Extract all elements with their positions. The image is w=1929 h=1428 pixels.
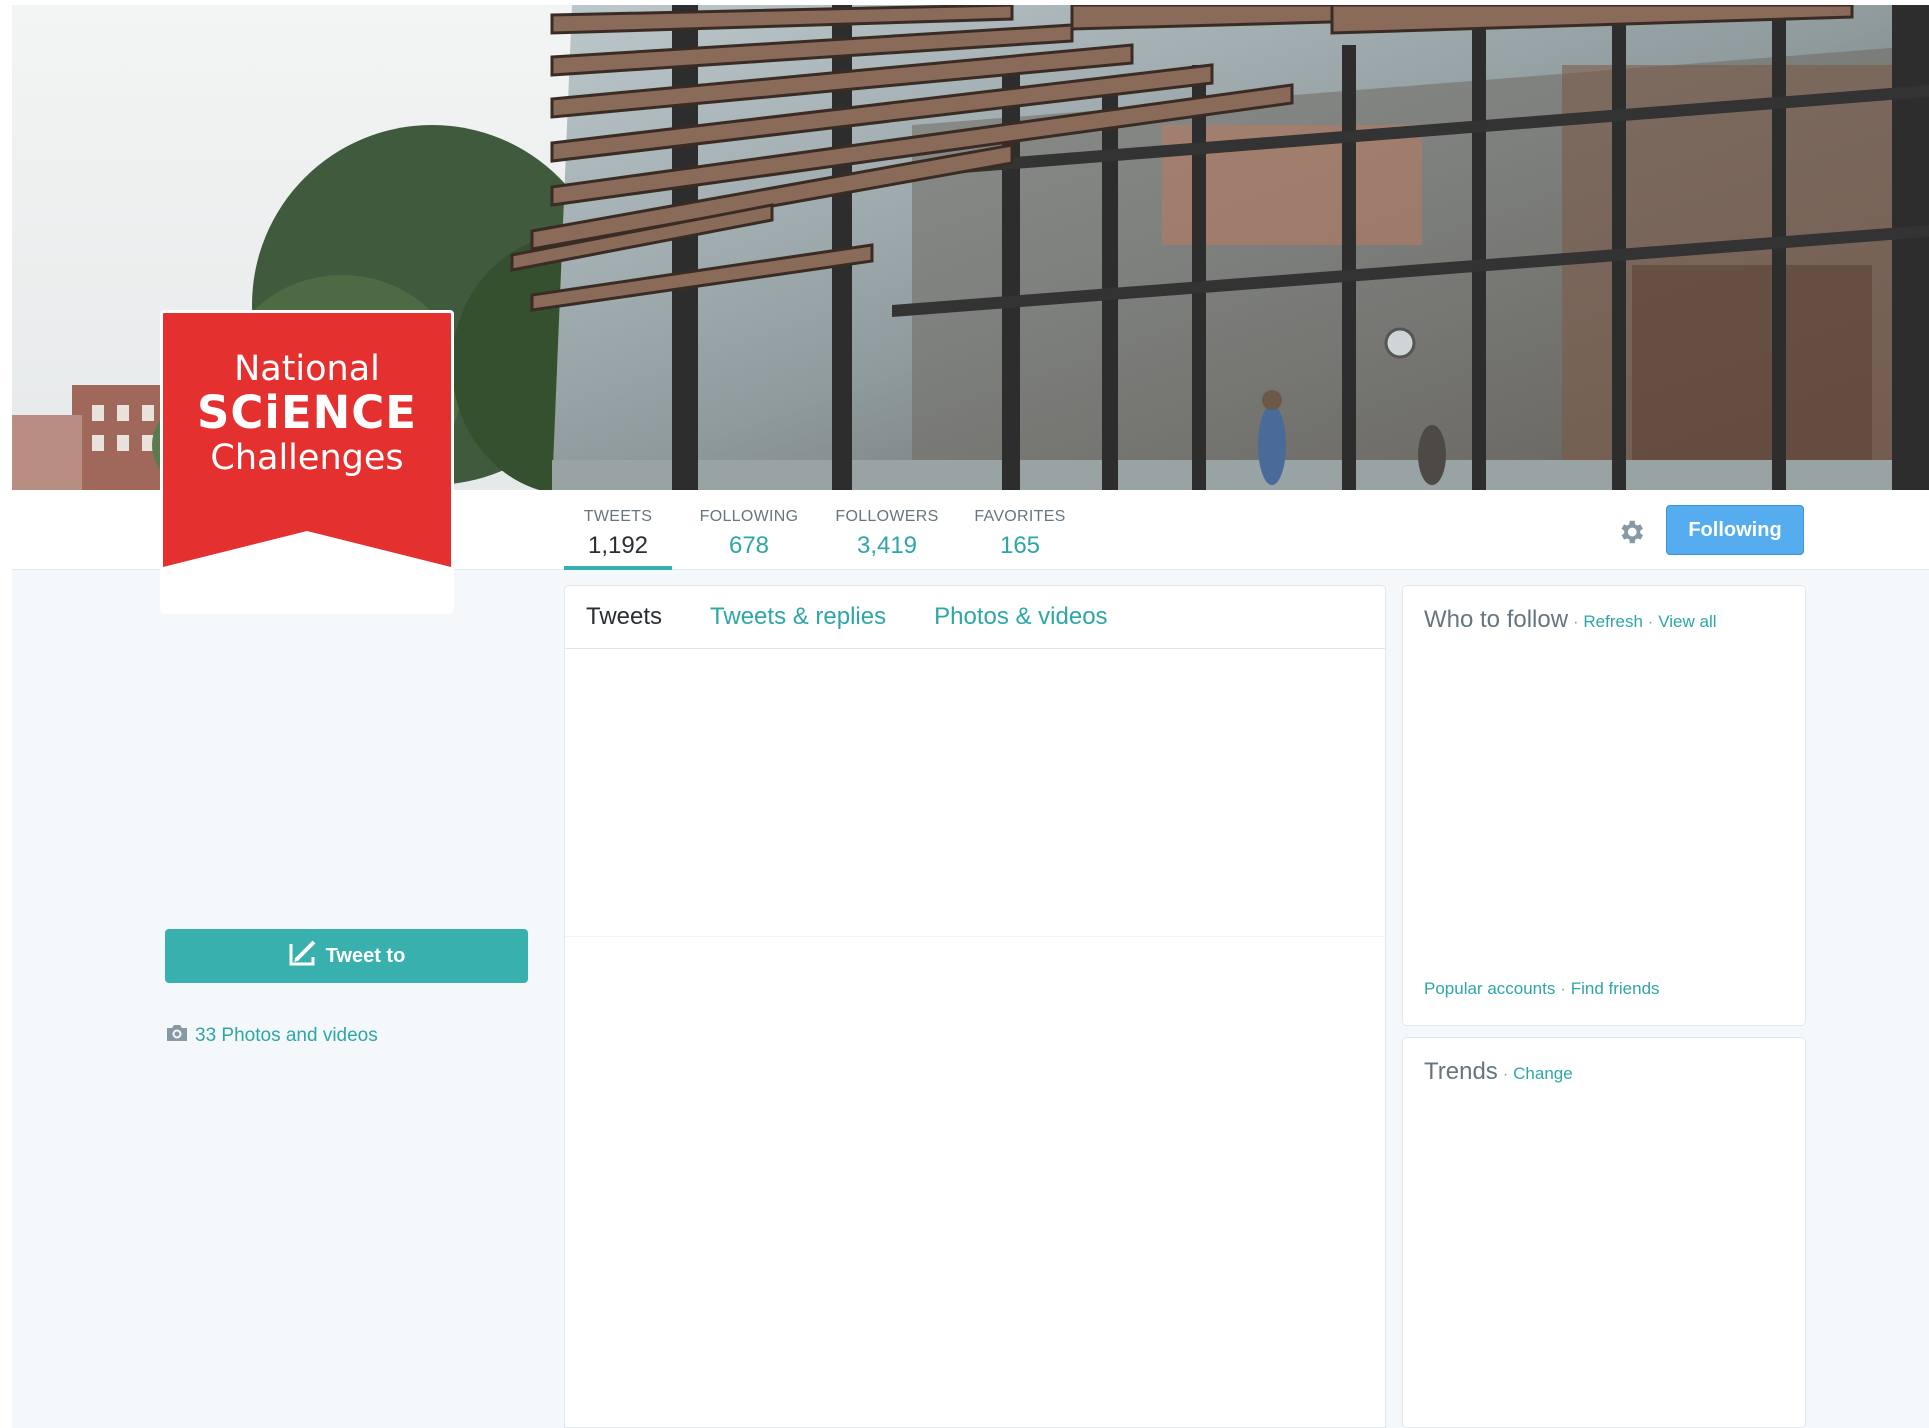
tweet-to-button[interactable]: Tweet to xyxy=(165,929,528,983)
stat-followers[interactable]: FOLLOWERS 3,419 xyxy=(830,508,944,570)
refresh-link[interactable]: Refresh xyxy=(1583,612,1643,632)
gear-icon[interactable] xyxy=(1616,517,1646,547)
separator: · xyxy=(1573,614,1579,631)
separator: · xyxy=(1647,614,1654,631)
photos-and-videos-link[interactable]: 33 Photos and videos xyxy=(165,1023,378,1049)
tweet-to-label: Tweet to xyxy=(325,944,406,967)
who-to-follow-module: Who to follow · Refresh · View all Popul… xyxy=(1402,585,1806,1026)
view-all-link[interactable]: View all xyxy=(1658,612,1716,632)
stat-value: 678 xyxy=(728,532,770,559)
stat-label: FOLLOWERS xyxy=(835,508,939,525)
timeline: Tweets Tweets & replies Photos & videos xyxy=(564,585,1387,1428)
who-to-follow-title: Who to follow xyxy=(1424,606,1569,633)
profile-page: TWEETS 1,192 FOLLOWING 678 FOLLOWERS 3,4… xyxy=(12,5,1929,1428)
compose-icon xyxy=(288,940,318,972)
timeline-tabs: Tweets Tweets & replies Photos & videos xyxy=(565,586,1385,649)
stat-favorites[interactable]: FAVORITES 165 xyxy=(970,508,1070,570)
stat-value: 1,192 xyxy=(587,532,649,559)
stat-label: TWEETS xyxy=(583,508,653,525)
find-friends-link[interactable]: Find friends xyxy=(1571,979,1660,999)
trends-module: Trends · Change xyxy=(1402,1037,1806,1428)
logo-line-challenges: Challenges xyxy=(210,438,403,478)
following-button[interactable]: Following xyxy=(1666,505,1804,555)
logo-line-science: SCiENCE xyxy=(197,386,417,439)
camera-icon xyxy=(165,1023,189,1049)
stat-value: 3,419 xyxy=(856,532,918,559)
change-trends-link[interactable]: Change xyxy=(1513,1064,1573,1084)
stat-tweets[interactable]: TWEETS 1,192 xyxy=(564,508,672,570)
trends-title: Trends xyxy=(1424,1058,1498,1085)
separator: · xyxy=(1560,981,1566,998)
stat-label: FAVORITES xyxy=(974,508,1066,525)
stat-following[interactable]: FOLLOWING 678 xyxy=(694,508,804,570)
tab-tweets[interactable]: Tweets xyxy=(586,603,662,631)
stat-value: 165 xyxy=(999,532,1041,559)
tab-tweets-and-replies[interactable]: Tweets & replies xyxy=(710,603,886,631)
popular-accounts-link[interactable]: Popular accounts xyxy=(1424,979,1555,999)
timeline-divider xyxy=(565,936,1387,937)
separator: · xyxy=(1502,1066,1509,1083)
logo-line-national: National xyxy=(234,349,380,389)
profile-avatar[interactable]: National SCiENCE Challenges xyxy=(160,310,454,614)
stat-label: FOLLOWING xyxy=(699,508,799,525)
photos-and-videos-label: 33 Photos and videos xyxy=(195,1025,378,1046)
tab-photos-and-videos[interactable]: Photos & videos xyxy=(934,603,1107,631)
